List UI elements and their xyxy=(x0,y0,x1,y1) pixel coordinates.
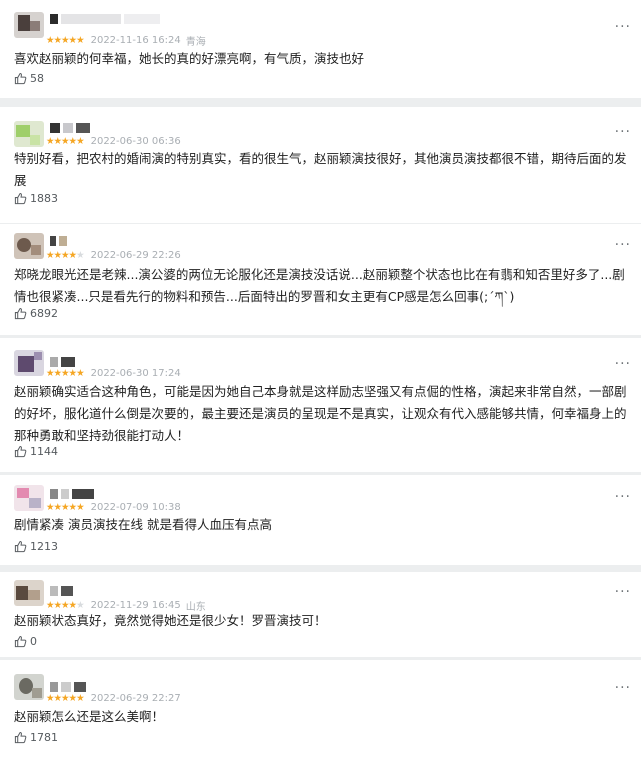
username-redacted[interactable] xyxy=(50,586,73,596)
comment-text: 赵丽颖状态真好，竟然觉得她还是很少女！罗晋演技可！ xyxy=(14,613,327,628)
like-count: 0 xyxy=(30,635,37,648)
like-count: 1781 xyxy=(30,731,58,744)
like-count: 6892 xyxy=(30,307,58,320)
username-redacted[interactable] xyxy=(50,236,67,246)
username-redacted[interactable] xyxy=(50,682,86,692)
comment-card: ★★★★★ 2022-06-29 22:27 ··· 赵丽颖怎么还是这么美啊！ … xyxy=(0,660,641,760)
rating-stars: ★★★★★ xyxy=(46,136,85,147)
rating-stars: ★★★★★ xyxy=(46,368,85,379)
thumbs-up-icon xyxy=(14,635,27,648)
comment-date: 2022-11-16 16:24 xyxy=(90,35,181,46)
username-redacted[interactable] xyxy=(50,357,75,367)
avatar[interactable] xyxy=(14,12,44,38)
comment-text: 赵丽颖确实适合这种角色，可能是因为她自己本身就是这样励志坚强又有点倔的性格，演起… xyxy=(14,384,627,443)
avatar[interactable] xyxy=(14,350,44,376)
avatar[interactable] xyxy=(14,121,44,147)
username-redacted[interactable] xyxy=(50,489,94,499)
rating-stars: ★★★★★ xyxy=(46,693,85,704)
comment-feed: ★★★★★ 2022-11-16 16:24 青海 ··· 喜欢赵丽颖的何幸福，… xyxy=(0,0,641,760)
avatar[interactable] xyxy=(14,580,44,606)
rating-stars: ★★★★★ xyxy=(46,502,85,513)
more-options-icon[interactable]: ··· xyxy=(615,124,631,140)
comment-text: 剧情紧凑 演员演技在线 就是看得人血压有点高 xyxy=(14,517,272,532)
comment-meta: ★★★★★ 2022-11-16 16:24 青海 xyxy=(46,33,206,48)
rating-stars: ★★★★★ xyxy=(46,250,85,261)
comment-card: ★★★★★ 2022-11-16 16:24 青海 ··· 喜欢赵丽颖的何幸福，… xyxy=(0,0,641,98)
comment-date: 2022-07-09 10:38 xyxy=(90,502,181,513)
comment-text: 喜欢赵丽颖的何幸福，她长的真的好漂亮啊，有气质，演技也好 xyxy=(14,51,365,66)
more-options-icon[interactable]: ··· xyxy=(615,680,631,696)
comment-meta: ★★★★★ 2022-07-09 10:38 xyxy=(46,502,186,513)
thumbs-up-icon xyxy=(14,72,27,85)
username-redacted[interactable] xyxy=(50,123,90,133)
thumbs-up-icon xyxy=(14,445,27,458)
comment-card: ★★★★★ 2022-07-09 10:38 ··· 剧情紧凑 演员演技在线 就… xyxy=(0,475,641,565)
thumbs-up-icon xyxy=(14,540,27,553)
username-redacted[interactable] xyxy=(50,14,160,24)
thumbs-up-icon xyxy=(14,307,27,320)
comment-card: ★★★★★ 2022-06-30 06:36 ··· 特别好看，把农村的婚闹演的… xyxy=(0,107,641,223)
like-count: 1213 xyxy=(30,540,58,553)
comment-card: ★★★★★ 2022-11-29 16:45 山东 ··· 赵丽颖状态真好，竟然… xyxy=(0,572,641,657)
like-button[interactable]: 1144 xyxy=(14,445,58,458)
like-button[interactable]: 0 xyxy=(14,635,37,648)
thumbs-up-icon xyxy=(14,192,27,205)
more-options-icon[interactable]: ··· xyxy=(615,584,631,600)
comment-text: 赵丽颖怎么还是这么美啊！ xyxy=(14,709,165,724)
comment-meta: ★★★★★ 2022-06-30 17:24 xyxy=(46,368,186,379)
comment-card: ★★★★★ 2022-06-29 22:26 ··· 郑晓龙眼光还是老辣...演… xyxy=(0,224,641,335)
avatar[interactable] xyxy=(14,485,44,511)
comment-meta: ★★★★★ 2022-06-29 22:26 xyxy=(46,250,186,261)
comment-text: 郑晓龙眼光还是老辣...演公婆的两位无论服化还是演技没话说...赵丽颖整个状态也… xyxy=(14,267,625,304)
more-options-icon[interactable]: ··· xyxy=(615,489,631,505)
comment-card: ★★★★★ 2022-06-30 17:24 ··· 赵丽颖确实适合这种角色，可… xyxy=(0,338,641,472)
like-button[interactable]: 6892 xyxy=(14,307,58,320)
comment-location: 青海 xyxy=(185,37,206,48)
like-button[interactable]: 1781 xyxy=(14,731,58,744)
like-button[interactable]: 1883 xyxy=(14,192,58,205)
thumbs-up-icon xyxy=(14,731,27,744)
comment-date: 2022-06-29 22:27 xyxy=(90,693,181,704)
like-count: 1144 xyxy=(30,445,58,458)
rating-stars: ★★★★★ xyxy=(46,35,85,46)
avatar[interactable] xyxy=(14,233,44,259)
like-count: 1883 xyxy=(30,192,58,205)
comment-date: 2022-06-29 22:26 xyxy=(90,250,181,261)
more-options-icon[interactable]: ··· xyxy=(615,19,631,35)
more-options-icon[interactable]: ··· xyxy=(615,237,631,253)
like-button[interactable]: 1213 xyxy=(14,540,58,553)
comment-text: 特别好看，把农村的婚闹演的特别真实，看的很生气，赵丽颖演技很好，其他演员演技都很… xyxy=(14,151,627,188)
more-options-icon[interactable]: ··· xyxy=(615,356,631,372)
comment-date: 2022-06-30 06:36 xyxy=(90,136,181,147)
avatar[interactable] xyxy=(14,674,44,700)
comment-meta: ★★★★★ 2022-06-29 22:27 xyxy=(46,693,186,704)
comment-meta: ★★★★★ 2022-06-30 06:36 xyxy=(46,136,186,147)
like-count: 58 xyxy=(30,72,44,85)
comment-date: 2022-06-30 17:24 xyxy=(90,368,181,379)
like-button[interactable]: 58 xyxy=(14,72,44,85)
